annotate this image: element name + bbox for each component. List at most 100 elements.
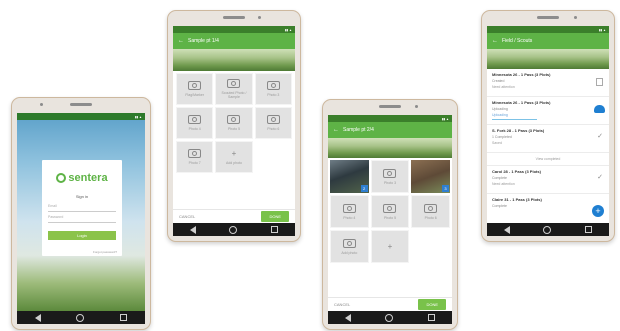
recent-apps-nav-icon[interactable]: [120, 314, 128, 321]
photo-grid: Flag/Marker Scouted Photo / Sample Photo…: [173, 73, 295, 173]
photo-tile-label: Scouted Photo / Sample: [221, 91, 247, 99]
back-nav-icon[interactable]: [503, 225, 510, 234]
sentera-logo: sentera: [42, 172, 122, 184]
back-nav-icon[interactable]: [189, 225, 196, 234]
status-bar: ▮▮ ▲: [328, 115, 452, 122]
camera-icon: [266, 81, 280, 90]
photo-tile[interactable]: Photo 5: [215, 107, 253, 139]
list-item-subtitle: Created: [492, 79, 505, 83]
photo-tile[interactable]: Photo 7: [176, 141, 214, 173]
captured-photo[interactable]: 3: [411, 160, 450, 193]
recent-apps-nav-icon[interactable]: [585, 226, 593, 233]
photos-app-bar: ← Sample pt 2/4: [328, 122, 452, 138]
photo-grid: 2 Photo 3 3 Photo 4 Photo 5 Photo 6 Add …: [328, 160, 452, 263]
password-placeholder: Password: [48, 215, 64, 219]
password-field[interactable]: Password: [48, 215, 116, 223]
forgot-password-link[interactable]: Forgot password?: [47, 250, 117, 254]
photo-tile[interactable]: Photo 4: [176, 107, 214, 139]
photo-tile[interactable]: Scouted Photo / Sample: [215, 73, 253, 105]
photo-tile[interactable]: Photo 3: [254, 73, 292, 105]
home-nav-icon[interactable]: [229, 225, 238, 234]
done-button[interactable]: DONE: [261, 211, 289, 222]
back-arrow-icon[interactable]: ←: [333, 127, 339, 133]
back-arrow-icon[interactable]: ←: [492, 38, 498, 44]
tablet-photos: ▮▮ ▲ ← Sample pt 1/4 Flag/Marker Scouted…: [167, 10, 301, 242]
cloud-upload-icon[interactable]: [594, 105, 605, 113]
photo-tile-label: Photo 4: [343, 215, 356, 220]
cancel-button[interactable]: CANCEL: [334, 302, 350, 307]
list-item-subtitle: 1 Completed: [492, 135, 512, 139]
camera-icon: [227, 79, 241, 88]
photo-tile[interactable]: Photo 4: [330, 195, 369, 228]
captured-photo[interactable]: 2: [330, 160, 369, 193]
nav-bar: [173, 223, 295, 236]
list-item[interactable]: Claire 31 - 1 Pass (3 Plots) Complete: [487, 194, 609, 222]
back-nav-icon[interactable]: [345, 313, 352, 322]
list-title: Field / Scouts: [502, 38, 533, 44]
list-item[interactable]: Minnesota 26 - 1 Pass (3 Plots) Uploadin…: [487, 97, 609, 125]
email-field[interactable]: Email: [48, 204, 116, 212]
checkmark-icon: ✓: [597, 174, 603, 181]
camera-icon: [383, 168, 397, 178]
home-nav-icon[interactable]: [543, 225, 552, 234]
list-item[interactable]: Minnesota 26 - 1 Pass (3 Plots) Created …: [487, 69, 609, 97]
list-item-subtitle: Uploading: [492, 107, 508, 111]
photo-tile[interactable]: Flag/Marker: [176, 73, 214, 105]
status-bar: ▮▮ ▲: [17, 113, 145, 120]
add-photo-tile[interactable]: + Add photo: [215, 141, 253, 173]
list-item-title: Carol 28 - 1 Pass (3 Plots): [492, 169, 541, 174]
back-arrow-icon[interactable]: ←: [178, 38, 184, 44]
add-photo-tile[interactable]: +: [370, 230, 410, 263]
tablet-photos-filled: ▮▮ ▲ ← Sample pt 2/4 2 Photo 3 3 Photo 4…: [322, 99, 458, 330]
nav-bar: [328, 311, 452, 324]
photo-tile-label: Photo 5: [383, 215, 397, 220]
camera-icon: [188, 81, 202, 90]
camera-icon: [424, 203, 438, 213]
photos-bottom-bar: CANCEL DONE: [328, 297, 452, 311]
photo-tile[interactable]: Photo 6: [411, 195, 450, 228]
recent-apps-nav-icon[interactable]: [427, 314, 435, 321]
home-nav-icon[interactable]: [76, 313, 85, 322]
camera-icon: [266, 115, 280, 124]
photo-tile-label: Photo 6: [267, 127, 280, 131]
field-banner: [173, 49, 295, 71]
list-item-status: Need attention: [492, 85, 515, 89]
login-button[interactable]: Login: [48, 231, 116, 240]
list-screen: ▮▮ ▲ ← Field / Scouts Minnesota 26 - 1 P…: [487, 26, 609, 223]
list-item-status: Need attention: [492, 182, 515, 186]
tablet-camera: [258, 16, 261, 19]
completed-divider[interactable]: View completed: [487, 153, 609, 166]
camera-icon: [342, 238, 356, 248]
photo-tile-label: Photo 5: [227, 127, 241, 131]
tablet-speaker: [223, 16, 245, 19]
list-item[interactable]: Carol 28 - 1 Pass (3 Plots) Complete Nee…: [487, 166, 609, 194]
field-banner: [487, 49, 609, 69]
nav-bar: [17, 311, 145, 324]
list-item[interactable]: S. Fork 28 - 1 Pass (3 Plots) 1 Complete…: [487, 125, 609, 153]
cancel-button[interactable]: CANCEL: [179, 214, 195, 219]
photos-screen: ▮▮ ▲ ← Sample pt 1/4 Flag/Marker Scouted…: [173, 26, 295, 223]
photo-tile-label: Flag/Marker: [185, 93, 204, 97]
add-photo-tile[interactable]: Add photo: [330, 230, 369, 263]
home-nav-icon[interactable]: [385, 313, 394, 322]
status-bar: ▮▮ ▲: [173, 26, 295, 33]
list-item-status: Saved: [492, 141, 502, 145]
sentera-logo-icon: [56, 173, 67, 183]
done-button[interactable]: DONE: [418, 299, 446, 310]
photo-tile-label: Add photo: [226, 160, 242, 165]
list-item-title: Minnesota 26 - 1 Pass (3 Plots): [492, 100, 551, 105]
status-bar: ▮▮ ▲: [487, 26, 609, 33]
photo-tile[interactable]: Photo 3: [370, 160, 410, 193]
photo-tile[interactable]: Photo 6: [254, 107, 292, 139]
list-app-bar: ← Field / Scouts: [487, 33, 609, 49]
photos-bottom-bar: CANCEL DONE: [173, 209, 295, 223]
list-item-subtitle: Complete: [492, 176, 507, 180]
photo-tile[interactable]: Photo 5: [370, 195, 410, 228]
document-icon[interactable]: [596, 78, 603, 86]
recent-apps-nav-icon[interactable]: [271, 226, 279, 233]
add-fab-button[interactable]: +: [592, 205, 604, 217]
list-item-title: Claire 31 - 1 Pass (3 Plots): [492, 197, 542, 202]
list-item-title: Minnesota 26 - 1 Pass (3 Plots): [492, 72, 551, 77]
tablet-speaker: [537, 16, 559, 19]
back-nav-icon[interactable]: [34, 313, 41, 322]
